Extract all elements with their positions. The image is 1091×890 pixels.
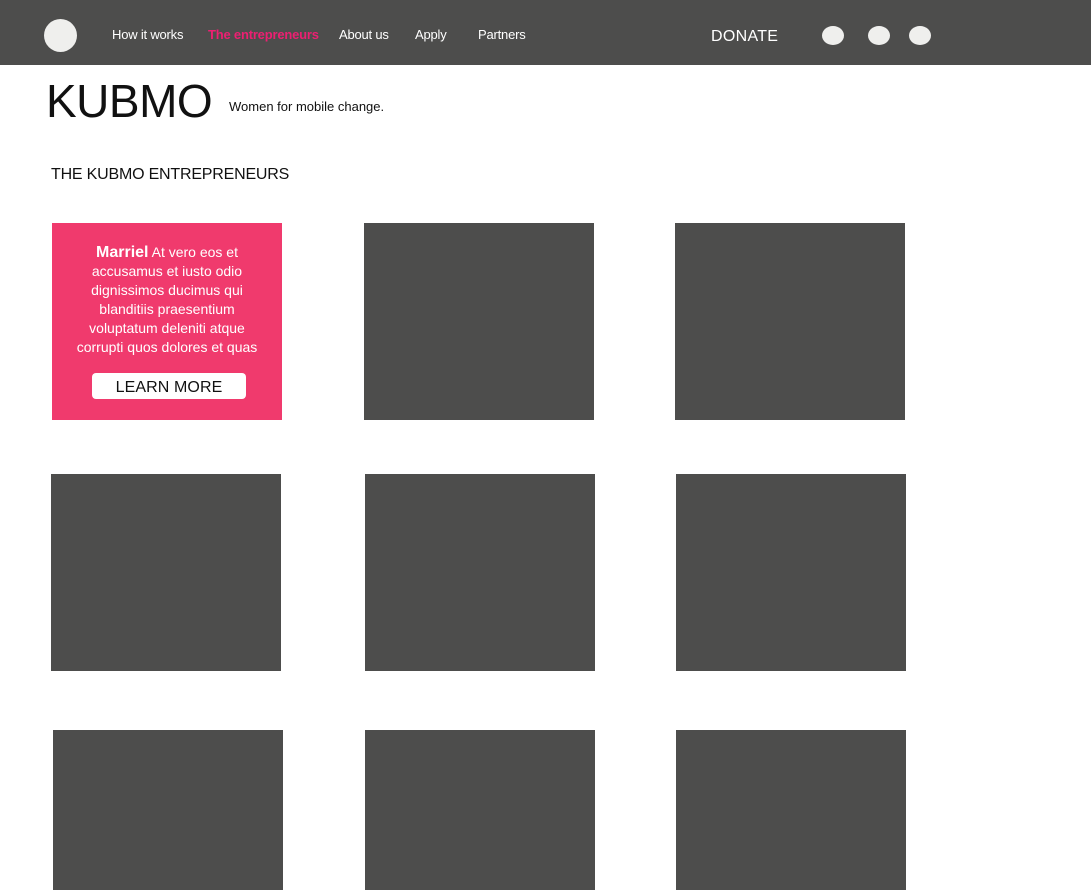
entrepreneur-tile[interactable] xyxy=(364,223,594,420)
entrepreneur-tile-featured[interactable]: Marriel At vero eos et accusamus et iust… xyxy=(52,223,282,420)
entrepreneur-name: Marriel xyxy=(96,244,149,261)
learn-more-button[interactable]: LEARN MORE xyxy=(92,373,246,399)
entrepreneur-tile[interactable] xyxy=(675,223,905,420)
entrepreneur-tile[interactable] xyxy=(51,474,281,671)
entrepreneur-tile[interactable] xyxy=(676,730,906,890)
social-icon[interactable] xyxy=(868,26,890,45)
tagline: Women for mobile change. xyxy=(229,99,385,114)
entrepreneur-tile[interactable] xyxy=(676,474,906,671)
entrepreneur-tile[interactable] xyxy=(53,730,283,890)
nav-about-us[interactable]: About us xyxy=(339,27,389,42)
social-icon[interactable] xyxy=(909,26,931,45)
entrepreneur-tile[interactable] xyxy=(365,730,595,890)
nav-how-it-works[interactable]: How it works xyxy=(112,27,183,42)
donate-button[interactable]: DONATE xyxy=(711,28,778,46)
entrepreneur-tile[interactable] xyxy=(365,474,595,671)
entrepreneur-description: Marriel At vero eos et accusamus et iust… xyxy=(64,243,270,357)
nav-partners[interactable]: Partners xyxy=(478,27,526,42)
logo-icon[interactable] xyxy=(44,19,77,52)
top-navbar: How it works The entrepreneurs About us … xyxy=(0,0,1091,65)
nav-the-entrepreneurs[interactable]: The entrepreneurs xyxy=(208,27,319,42)
social-icon[interactable] xyxy=(822,26,844,45)
nav-apply[interactable]: Apply xyxy=(415,27,447,42)
brand-logo[interactable]: KUBMO xyxy=(46,73,213,129)
section-heading: THE KUBMO ENTREPRENEURS xyxy=(51,166,290,183)
